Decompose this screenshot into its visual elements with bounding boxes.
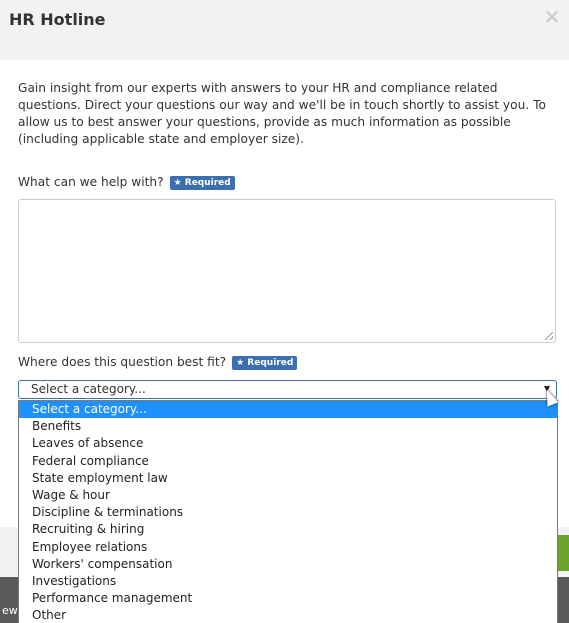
category-dropdown-list[interactable]: Select a category... Benefits Leaves of ab… (18, 400, 558, 623)
dropdown-option[interactable]: Discipline & terminations (19, 504, 557, 521)
question-label-text: What can we help with? (18, 175, 164, 189)
category-label: Where does this question best fit? ★ Requ… (18, 355, 298, 370)
dropdown-option[interactable]: Select a category... (19, 401, 557, 419)
close-icon[interactable]: ✕ (543, 7, 561, 27)
dropdown-option[interactable]: Benefits (19, 418, 557, 435)
category-select[interactable]: Select a category... (18, 380, 557, 399)
background-text: ew (2, 604, 18, 617)
dropdown-option[interactable]: State employment law (19, 470, 557, 487)
question-textarea[interactable] (18, 199, 556, 343)
category-label-text: Where does this question best fit? (18, 355, 227, 369)
dropdown-option[interactable]: Federal compliance (19, 453, 557, 470)
required-badge: ★ Required (232, 356, 298, 370)
resize-grip-icon[interactable] (545, 332, 553, 340)
intro-text: Gain insight from our experts with answe… (18, 81, 546, 146)
required-badge: ★ Required (169, 176, 235, 190)
dialog-title: HR Hotline (9, 10, 106, 29)
dropdown-option[interactable]: Investigations (19, 573, 557, 590)
category-select-value: Select a category... (31, 382, 146, 396)
dialog-header: HR Hotline ✕ (0, 0, 569, 60)
dropdown-option[interactable]: Performance management (19, 590, 557, 607)
question-label: What can we help with? ★ Required (18, 175, 235, 190)
dropdown-option[interactable]: Employee relations (19, 539, 557, 556)
dropdown-option[interactable]: Recruiting & hiring (19, 521, 557, 538)
dropdown-option[interactable]: Workers' compensation (19, 556, 557, 573)
dropdown-option[interactable]: Other (19, 607, 557, 623)
dropdown-option[interactable]: Wage & hour (19, 487, 557, 504)
dropdown-option[interactable]: Leaves of absence (19, 435, 557, 452)
